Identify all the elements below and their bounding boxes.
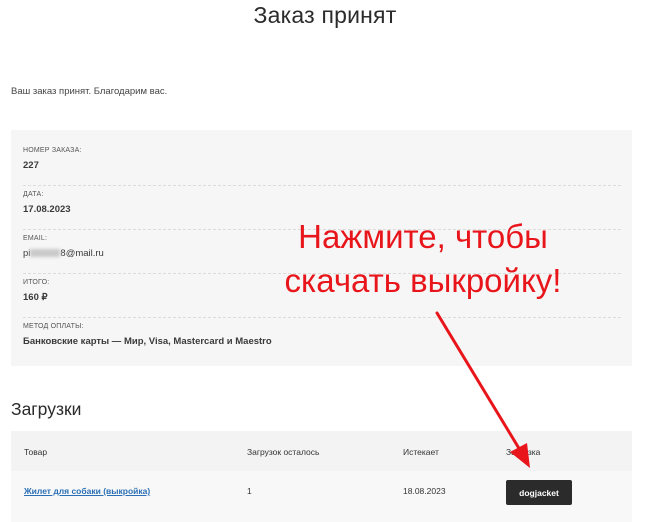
annotation-arrow (435, 311, 530, 468)
arrow-head-icon (510, 443, 530, 468)
arrow-shaft (435, 311, 525, 457)
